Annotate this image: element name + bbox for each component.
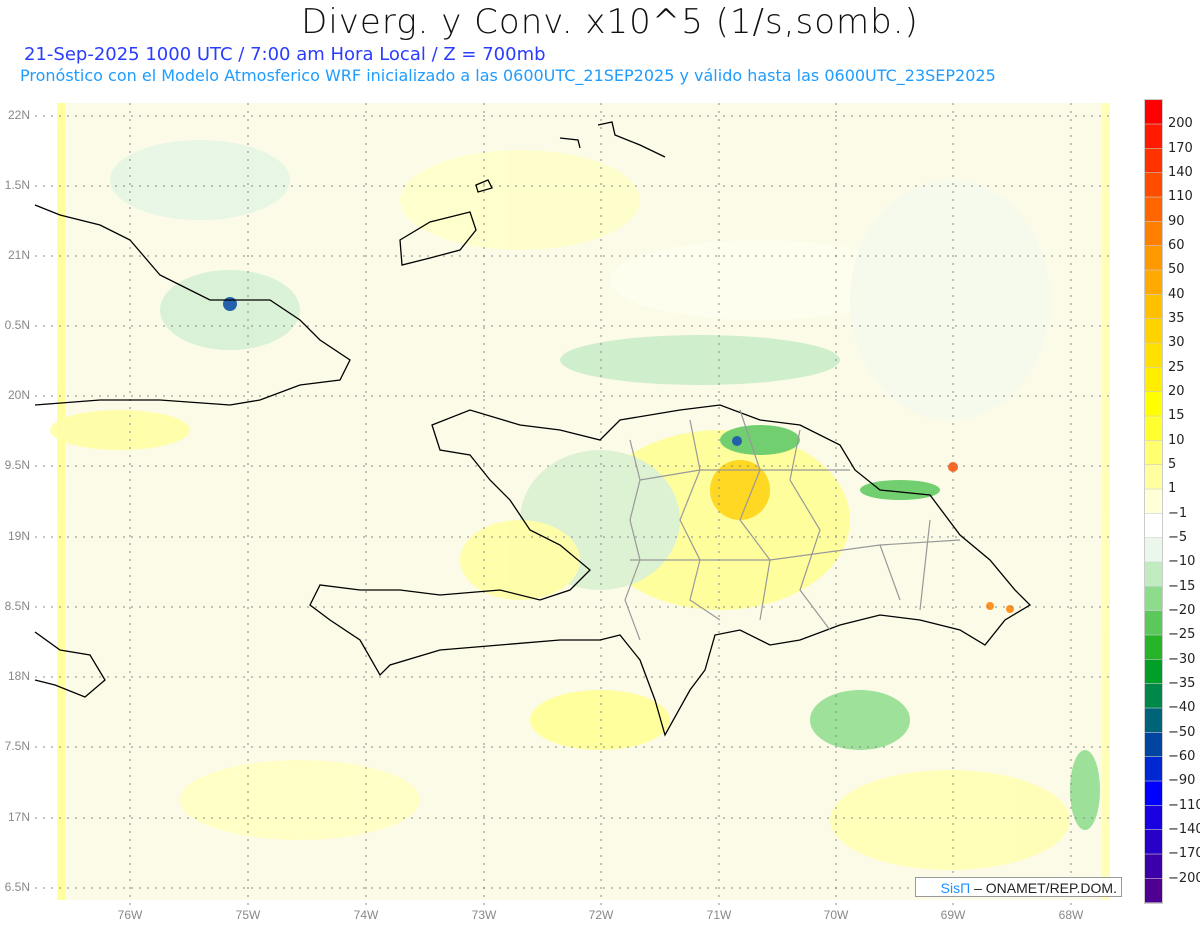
- colorbar-label: 170: [1168, 140, 1193, 156]
- colorbar-swatch: [1145, 781, 1162, 806]
- colorbar-swatch: [1145, 440, 1162, 465]
- colorbar-label: 10: [1168, 432, 1185, 448]
- colorbar-swatch: [1145, 100, 1162, 124]
- lon-label: 76W: [117, 908, 143, 922]
- colorbar-label: −35: [1168, 676, 1196, 691]
- colorbar-label: 50: [1168, 262, 1185, 278]
- lat-label: 21N: [7, 248, 30, 262]
- colorbar-label: 1: [1168, 481, 1177, 497]
- colorbar-label: −90: [1168, 773, 1196, 789]
- lon-label: 74W: [353, 908, 379, 922]
- model-info: Pronóstico con el Modelo Atmosferico WRF…: [20, 66, 996, 85]
- colorbar-swatch: [1145, 148, 1162, 173]
- lat-label: 1.5N: [4, 178, 30, 192]
- colorbar-swatch: [1145, 124, 1162, 149]
- lon-label: 71W: [706, 908, 732, 922]
- colorbar-label: 140: [1168, 165, 1193, 180]
- lon-label: 69W: [940, 908, 966, 922]
- colorbar-label: −140: [1168, 822, 1200, 837]
- colorbar-swatch: [1145, 465, 1162, 489]
- lon-label: 75W: [235, 908, 261, 922]
- colorbar: [1144, 99, 1163, 904]
- colorbar-label: −40: [1168, 700, 1196, 716]
- colorbar-swatch: [1145, 611, 1162, 635]
- colorbar-swatch: [1145, 732, 1162, 757]
- colorbar-swatch: [1145, 708, 1162, 733]
- colorbar-swatch: [1145, 878, 1162, 903]
- colorbar-label: −200: [1168, 870, 1200, 886]
- colorbar-label: −25: [1168, 627, 1196, 643]
- divergence-map: [34, 99, 1163, 905]
- colorbar-swatch: [1145, 659, 1162, 684]
- lat-label: 9.5N: [4, 458, 30, 472]
- lat-label: 7.5N: [4, 739, 30, 753]
- colorbar-swatch: [1145, 246, 1162, 270]
- colorbar-label: −170: [1168, 846, 1200, 862]
- lon-label: 70W: [823, 908, 849, 922]
- credit-box: SisΠ – ONAMET/REP.DOM.: [915, 877, 1122, 897]
- colorbar-label: 25: [1168, 359, 1185, 375]
- colorbar-label: 60: [1168, 238, 1185, 253]
- colorbar-label: 15: [1168, 408, 1185, 424]
- lat-label: 6.5N: [4, 880, 30, 894]
- colorbar-swatch: [1145, 830, 1162, 854]
- colorbar-label: 90: [1168, 213, 1185, 229]
- colorbar-swatch: [1145, 513, 1162, 538]
- sispi-logo: SisΠ: [940, 880, 971, 896]
- lat-label: 20N: [7, 388, 30, 402]
- valid-time: 21-Sep-2025 1000 UTC / 7:00 am Hora Loca…: [24, 44, 546, 65]
- colorbar-swatch: [1145, 562, 1162, 587]
- colorbar-label: −110: [1168, 797, 1200, 813]
- colorbar-swatch: [1145, 805, 1162, 830]
- colorbar-label: 200: [1168, 116, 1193, 132]
- colorbar-label: 20: [1168, 384, 1185, 399]
- colorbar-swatch: [1145, 270, 1162, 295]
- colorbar-label: −60: [1168, 749, 1196, 764]
- lon-label: 72W: [588, 908, 614, 922]
- colorbar-swatch: [1145, 854, 1162, 879]
- colorbar-swatch: [1145, 416, 1162, 441]
- credit-text: – ONAMET/REP.DOM.: [970, 880, 1117, 896]
- lat-label: 22N: [7, 108, 30, 122]
- colorbar-swatch: [1145, 367, 1162, 392]
- colorbar-label: −50: [1168, 724, 1196, 740]
- lat-label: 0.5N: [4, 318, 30, 332]
- colorbar-swatch: [1145, 197, 1162, 222]
- colorbar-label: −5: [1168, 530, 1188, 545]
- colorbar-swatch: [1145, 489, 1162, 514]
- colorbar-swatch: [1145, 538, 1162, 562]
- colorbar-label: 40: [1168, 286, 1185, 302]
- colorbar-label: −20: [1168, 603, 1196, 618]
- colorbar-swatch: [1145, 757, 1162, 781]
- lon-label: 73W: [471, 908, 497, 922]
- colorbar-swatch: [1145, 635, 1162, 660]
- colorbar-swatch: [1145, 392, 1162, 416]
- colorbar-swatch: [1145, 343, 1162, 368]
- colorbar-swatch: [1145, 586, 1162, 611]
- colorbar-label: 5: [1168, 457, 1177, 472]
- lat-label: 18N: [7, 669, 30, 683]
- chart-title: Diverg. y Conv. x10^5 (1/s,somb.): [301, 2, 919, 42]
- lat-label: 17N: [7, 810, 30, 824]
- colorbar-label: −1: [1168, 505, 1188, 521]
- colorbar-label: 110: [1168, 189, 1193, 205]
- colorbar-swatch: [1145, 319, 1162, 343]
- lon-label: 68W: [1058, 908, 1084, 922]
- lat-label: 8.5N: [4, 599, 30, 613]
- colorbar-label: 30: [1168, 335, 1185, 351]
- colorbar-label: −30: [1168, 651, 1196, 667]
- lat-label: 19N: [7, 529, 30, 543]
- colorbar-label: −10: [1168, 554, 1196, 570]
- colorbar-label: −15: [1168, 578, 1196, 594]
- colorbar-label: 35: [1168, 311, 1185, 326]
- colorbar-swatch: [1145, 294, 1162, 319]
- colorbar-swatch: [1145, 173, 1162, 197]
- colorbar-swatch: [1145, 221, 1162, 246]
- colorbar-swatch: [1145, 684, 1162, 708]
